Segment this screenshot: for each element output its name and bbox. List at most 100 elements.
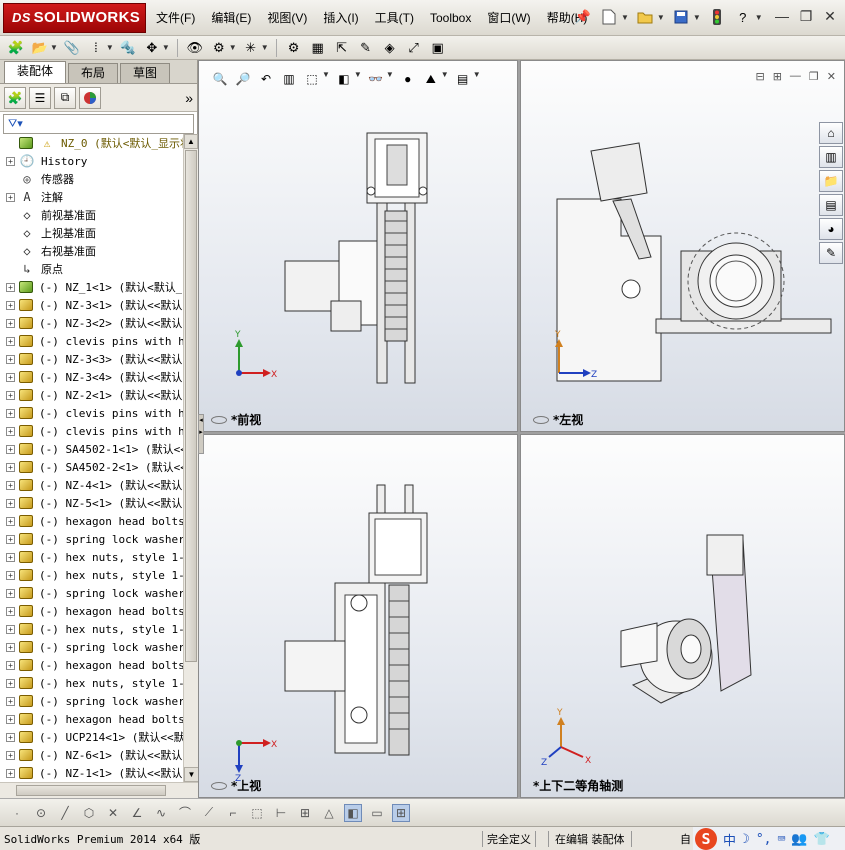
save-icon[interactable]	[671, 7, 691, 27]
expand-toggle-icon[interactable]: +	[6, 552, 15, 562]
grid-icon[interactable]: ⊞	[296, 804, 314, 822]
chevron-down-icon[interactable]: ▼	[354, 70, 362, 88]
menu-view[interactable]: 视图(V)	[259, 9, 315, 27]
tree-item[interactable]: ◇ 右视基准面	[0, 242, 183, 260]
angle-icon[interactable]: ∠	[128, 804, 146, 822]
keyboard-icon[interactable]: ⌨	[778, 832, 786, 847]
expand-toggle-icon[interactable]: +	[6, 192, 15, 202]
move-component-icon[interactable]: ✥	[142, 38, 162, 58]
assembly-features-icon[interactable]: ⚙	[209, 38, 229, 58]
punctuation-icon[interactable]: °,	[756, 832, 772, 847]
traffic-light-icon[interactable]	[707, 7, 727, 27]
expand-toggle-icon[interactable]: +	[6, 318, 15, 328]
tree-item[interactable]: + (-) NZ-3<4> (默认<<默认	[0, 368, 183, 386]
previous-view-icon[interactable]: ↶	[257, 70, 275, 88]
show-hidden-icon[interactable]: 👁	[185, 38, 205, 58]
moon-icon[interactable]: ☽	[742, 832, 750, 847]
tree-item[interactable]: + (-) UCP214<1> (默认<<默	[0, 728, 183, 746]
trim-icon[interactable]: ✕	[104, 804, 122, 822]
dimension-icon[interactable]: ⊢	[272, 804, 290, 822]
tree-item[interactable]: + (-) spring lock washers	[0, 584, 183, 602]
chevron-down-icon[interactable]: ▼	[50, 43, 58, 52]
scroll-thumb[interactable]	[185, 150, 197, 662]
tree-item[interactable]: + (-) hexagon head bolts-	[0, 656, 183, 674]
tree-item[interactable]: + (-) clevis pins with he	[0, 422, 183, 440]
tree-item[interactable]: + A 注解	[0, 188, 183, 206]
scroll-down-arrow[interactable]: ▼	[184, 767, 199, 782]
chevron-down-icon[interactable]: ▼	[657, 13, 665, 22]
tree-item[interactable]: + (-) NZ-3<2> (默认<<默认	[0, 314, 183, 332]
menu-file[interactable]: 文件(F)	[148, 9, 203, 27]
tree-item[interactable]: + (-) NZ-4<1> (默认<<默认	[0, 476, 183, 494]
chevron-down-icon[interactable]: ▼	[106, 43, 114, 52]
sogou-logo[interactable]: S	[695, 828, 717, 850]
new-document-icon[interactable]	[599, 7, 619, 27]
menu-insert[interactable]: 插入(I)	[315, 9, 366, 27]
menu-edit[interactable]: 编辑(E)	[203, 9, 259, 27]
view-orientation-icon[interactable]: ⬚	[303, 70, 321, 88]
tree-item[interactable]: + (-) hex nuts, style 1-g	[0, 548, 183, 566]
point-icon[interactable]: ·	[8, 804, 26, 822]
expand-toggle-icon[interactable]: +	[6, 156, 15, 166]
expand-toggle-icon[interactable]: +	[6, 426, 15, 436]
close-icon[interactable]: ✕	[821, 8, 839, 26]
section-view-icon[interactable]: ▥	[280, 70, 298, 88]
expand-toggle-icon[interactable]: +	[6, 516, 15, 526]
chamfer-icon[interactable]: ⟋	[200, 804, 218, 822]
expand-toggle-icon[interactable]: +	[6, 480, 15, 490]
new-motion-study-icon[interactable]: ⚙	[284, 38, 304, 58]
expand-toggle-icon[interactable]: +	[6, 498, 15, 508]
tree-item[interactable]: + (-) SA4502-2<1> (默认<<	[0, 458, 183, 476]
tree-item[interactable]: + 🕘 History	[0, 152, 183, 170]
view-eye-icon[interactable]	[211, 781, 227, 790]
expand-toggle-icon[interactable]: +	[6, 732, 15, 742]
viewport-left[interactable]: ⊟ ⊞ — ❐ ✕ Y Z *左视	[520, 60, 845, 432]
tree-item[interactable]: + (-) NZ-1<1> (默认<<默认	[0, 764, 183, 782]
viewport-top[interactable]: X Z *上视	[198, 434, 518, 798]
shaded-display-icon[interactable]: ◧	[344, 803, 362, 822]
reference-geometry-icon[interactable]: ✳	[241, 38, 261, 58]
expand-toggle-icon[interactable]: +	[6, 570, 15, 580]
tree-item[interactable]: + (-) hexagon head bolts-	[0, 710, 183, 728]
expand-toggle-icon[interactable]: +	[6, 606, 15, 616]
expand-toggle-icon[interactable]: +	[6, 714, 15, 724]
expand-toggle-icon[interactable]: +	[6, 678, 15, 688]
tile-horizontal-icon[interactable]: ⊟	[755, 70, 764, 83]
view-eye-icon[interactable]	[533, 415, 549, 424]
minimize-view-icon[interactable]: —	[790, 70, 801, 83]
polygon-icon[interactable]: ⬡	[80, 804, 98, 822]
exploded-view-icon[interactable]: ⇱	[332, 38, 352, 58]
tab-assembly[interactable]: 装配体	[4, 61, 67, 83]
view-eye-icon[interactable]	[211, 415, 227, 424]
chevron-down-icon[interactable]: ▼	[322, 70, 330, 88]
tile-vertical-icon[interactable]: ⊞	[773, 70, 782, 83]
user-icon[interactable]: 👥	[791, 832, 807, 847]
tree-item[interactable]: + (-) hexagon head bolts-	[0, 512, 183, 530]
tree-item[interactable]: + (-) SA4502-1<1> (默认<<	[0, 440, 183, 458]
line-icon[interactable]: ╱	[56, 804, 74, 822]
open-folder-icon[interactable]	[635, 7, 655, 27]
expand-toggle-icon[interactable]: +	[6, 372, 15, 382]
hide-show-items-icon[interactable]: 👓	[367, 70, 385, 88]
viewport-isometric[interactable]: Y X Z *上下二等角轴测	[520, 434, 845, 798]
tree-item[interactable]: + (-) clevis pins with he	[0, 404, 183, 422]
tree-filter-input[interactable]: ⛛▾	[3, 114, 194, 134]
bill-of-materials-icon[interactable]: ▦	[308, 38, 328, 58]
insert-components-icon[interactable]: 📂	[30, 38, 50, 58]
tree-item[interactable]: + (-) NZ-3<3> (默认<<默认	[0, 350, 183, 368]
tree-item[interactable]: + (-) spring lock washers	[0, 638, 183, 656]
configuration-manager-icon[interactable]: ⧉	[54, 86, 76, 109]
four-view-icon[interactable]: ⊞	[392, 803, 410, 822]
expand-toggle-icon[interactable]: +	[6, 660, 15, 670]
panel-collapse-handle[interactable]: ◂ ▸	[198, 414, 204, 454]
custom-properties-icon[interactable]: ✎	[819, 242, 843, 264]
mate-icon[interactable]: 📎	[62, 38, 82, 58]
restore-icon[interactable]: ❐	[797, 8, 815, 26]
scroll-up-arrow[interactable]: ▲	[184, 134, 198, 149]
circle-icon[interactable]: ⊙	[32, 804, 50, 822]
display-manager-icon[interactable]	[79, 86, 101, 109]
filter-icon[interactable]: ⛛▾	[8, 117, 23, 131]
speedpak-icon[interactable]: ▣	[428, 38, 448, 58]
menu-tools[interactable]: 工具(T)	[367, 9, 422, 27]
expand-toggle-icon[interactable]: +	[6, 282, 15, 292]
